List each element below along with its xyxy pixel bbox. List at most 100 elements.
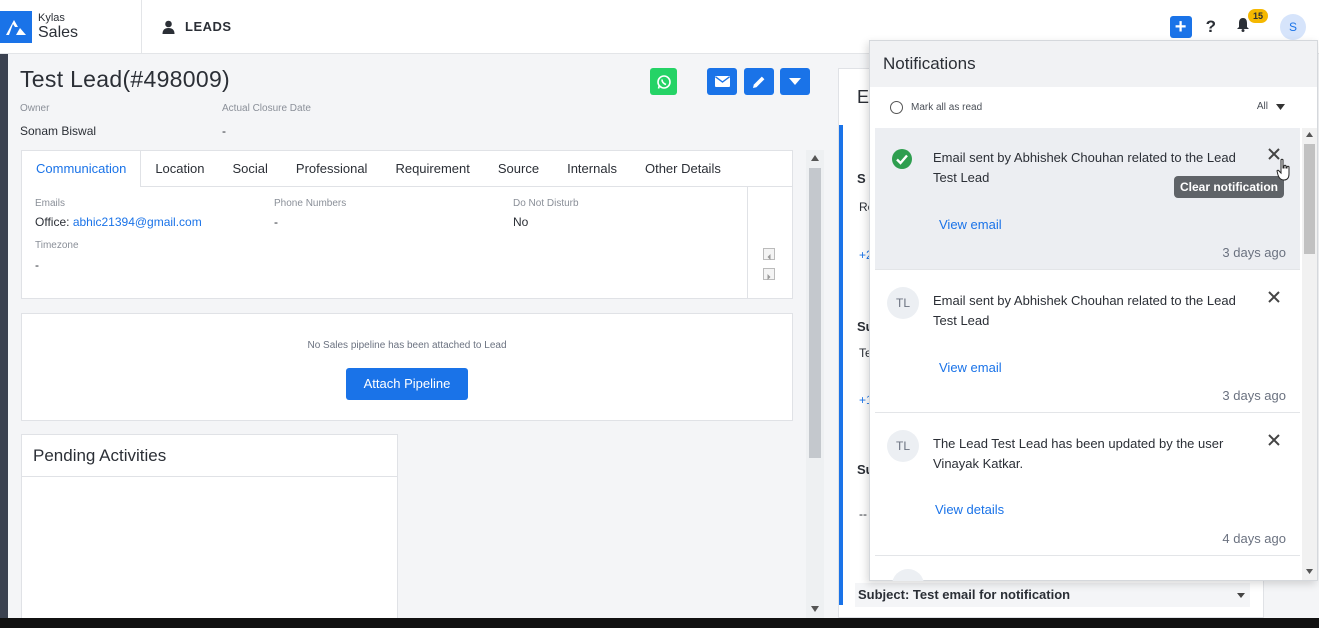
- brand[interactable]: Kylas Sales: [0, 0, 142, 54]
- notification-text: Email sent by Abhishek Chouhan related t…: [933, 293, 1236, 328]
- main-scrollbar[interactable]: [806, 150, 824, 618]
- filter-value: All: [1256, 101, 1268, 112]
- notifications-button[interactable]: 15: [1236, 9, 1269, 37]
- kylas-logo-icon: [0, 10, 32, 43]
- module-title: LEADS: [162, 19, 232, 34]
- attach-pipeline-button[interactable]: Attach Pipeline: [346, 368, 468, 400]
- scroll-right-button[interactable]: [763, 268, 775, 280]
- timezone-value: -: [35, 258, 39, 272]
- email-subject: Subject: Test email for notification: [855, 583, 1250, 607]
- send-email-button[interactable]: [707, 68, 737, 95]
- notification-item[interactable]: [875, 557, 1300, 581]
- notification-filter-select[interactable]: All: [1257, 101, 1285, 112]
- dnd-value: No: [513, 215, 529, 229]
- view-details-link[interactable]: View details: [935, 502, 1004, 517]
- lead-title: Test Lead(#498009): [20, 66, 230, 92]
- close-icon[interactable]: [1268, 291, 1280, 303]
- notifications-scrollbar[interactable]: [1302, 128, 1317, 580]
- caret-down-icon: [789, 78, 801, 85]
- mark-all-read-radio[interactable]: [890, 100, 903, 114]
- avatar: TL: [887, 287, 919, 319]
- row-text: --: [859, 507, 867, 521]
- notification-time: 3 days ago: [1222, 245, 1286, 260]
- taskbar: [0, 618, 1319, 628]
- notifications-panel: Notifications Mark all as read All Email…: [869, 40, 1318, 581]
- mark-all-read-label[interactable]: Mark all as read: [911, 102, 982, 113]
- cursor-icon: [1276, 158, 1290, 181]
- notifications-title: Notifications: [870, 41, 1317, 87]
- close-icon[interactable]: [1268, 434, 1280, 446]
- tab-communication[interactable]: Communication: [22, 151, 142, 187]
- email-prefix: Office:: [35, 215, 70, 229]
- tab-social[interactable]: Social: [218, 151, 281, 187]
- tab-other-details[interactable]: Other Details: [631, 151, 735, 187]
- email-link[interactable]: abhic21394@gmail.com: [73, 215, 202, 229]
- scroll-down-arrow-icon: [1306, 569, 1313, 574]
- chevron-down-icon[interactable]: [1237, 593, 1245, 598]
- pencil-icon: [753, 76, 765, 88]
- notification-time: 4 days ago: [1222, 531, 1286, 546]
- quick-add-button[interactable]: +: [1169, 15, 1192, 38]
- module-label: LEADS: [185, 19, 232, 34]
- avatar: TL: [887, 430, 919, 462]
- main-scrollbar-thumb[interactable]: [809, 168, 821, 458]
- chevron-right-icon: [767, 274, 771, 280]
- scroll-up-arrow-icon: [811, 155, 819, 161]
- plus-icon: +: [1174, 15, 1187, 38]
- view-email-link[interactable]: View email: [939, 360, 1002, 375]
- edit-lead-button[interactable]: [744, 68, 774, 95]
- caret-down-icon: [1276, 103, 1285, 110]
- lead-details-card: Communication Location Social Profession…: [21, 150, 793, 299]
- more-actions-dropdown[interactable]: [780, 68, 810, 95]
- pending-activities-title: Pending Activities: [33, 446, 167, 465]
- notification-text: The Lead Test Lead has been updated by t…: [933, 436, 1224, 471]
- tab-professional[interactable]: Professional: [282, 151, 382, 187]
- notifications-scrollbar-thumb[interactable]: [1304, 144, 1315, 254]
- user-icon: [162, 20, 175, 34]
- left-sidebar-strip: [0, 54, 8, 618]
- phone-value: -: [274, 215, 278, 229]
- notification-item[interactable]: TL Email sent by Abhishek Chouhan relate…: [875, 271, 1300, 413]
- tab-source[interactable]: Source: [484, 151, 553, 187]
- avatar: [892, 569, 924, 581]
- whatsapp-button[interactable]: [650, 68, 677, 95]
- notification-item[interactable]: Email sent by Abhishek Chouhan related t…: [875, 128, 1300, 270]
- brand-name: Kylas: [38, 11, 65, 24]
- notification-time: 3 days ago: [1222, 388, 1286, 403]
- user-avatar[interactable]: S: [1280, 14, 1306, 40]
- timeline-accent: [839, 125, 843, 605]
- owner-value: Sonam Biswal: [20, 124, 97, 138]
- divider: [747, 187, 748, 299]
- closure-date-value: -: [222, 124, 226, 138]
- notification-count-badge: 15: [1248, 9, 1269, 23]
- dnd-label: Do Not Disturb: [513, 198, 579, 209]
- emails-label: Emails: [35, 198, 66, 209]
- phone-label: Phone Numbers: [274, 198, 347, 209]
- check-circle-icon: [892, 149, 912, 169]
- chevron-left-icon: [767, 254, 771, 260]
- help-icon[interactable]: ?: [1206, 17, 1216, 37]
- column-header-letter: E: [857, 87, 870, 107]
- pipeline-card: No Sales pipeline has been attached to L…: [21, 313, 793, 421]
- tab-location[interactable]: Location: [141, 151, 218, 187]
- scroll-up-arrow-icon: [1306, 132, 1313, 137]
- notifications-toolbar: Mark all as read All: [870, 87, 1317, 127]
- divider: [22, 476, 397, 477]
- tab-internals[interactable]: Internals: [553, 151, 631, 187]
- scroll-left-button[interactable]: [763, 248, 775, 260]
- brand-product: Sales: [38, 23, 79, 41]
- view-email-link[interactable]: View email: [939, 217, 1002, 232]
- envelope-icon: [714, 76, 730, 87]
- whatsapp-icon: [656, 74, 671, 89]
- email-subject-text: Subject: Test email for notification: [858, 587, 1071, 602]
- timezone-label: Timezone: [35, 240, 79, 251]
- notification-item[interactable]: TL The Lead Test Lead has been updated b…: [875, 414, 1300, 556]
- pipeline-empty-message: No Sales pipeline has been attached to L…: [307, 340, 507, 351]
- details-tabs: Communication Location Social Profession…: [22, 151, 793, 187]
- clear-notification-tooltip: Clear notification: [1174, 176, 1285, 198]
- email-field: Office: abhic21394@gmail.com: [35, 215, 202, 229]
- pending-activities-card: Pending Activities: [21, 434, 398, 618]
- tab-requirement[interactable]: Requirement: [381, 151, 483, 187]
- scroll-down-arrow-icon: [811, 606, 819, 612]
- owner-label: Owner: [20, 103, 50, 114]
